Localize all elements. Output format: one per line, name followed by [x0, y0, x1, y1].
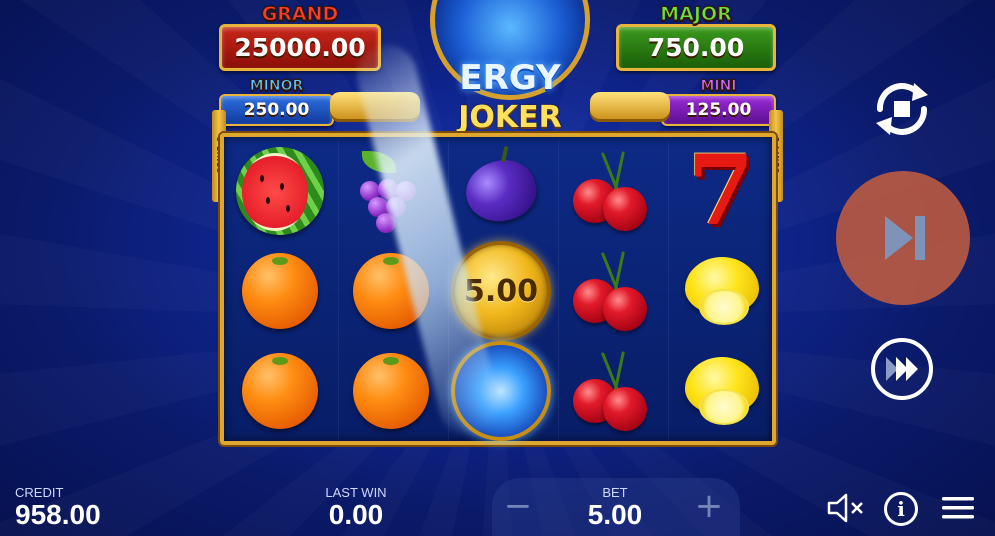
spin-button[interactable] — [836, 171, 970, 305]
cherries-icon — [569, 349, 653, 433]
autoplay-button[interactable] — [866, 79, 938, 139]
game-logo: ERGY JOKER — [330, 0, 670, 140]
reel-4 — [558, 141, 662, 441]
logo-text-joker: JOKER — [458, 100, 562, 135]
orange-icon — [242, 253, 318, 329]
bet-label: BET — [602, 485, 628, 500]
symbol-lemon — [669, 241, 773, 341]
reel-5: 7 — [668, 141, 772, 441]
jackpot-minor-value: 250.00 — [219, 94, 334, 126]
jackpot-major: MAJOR 750.00 — [616, 4, 776, 71]
symbol-plum — [449, 141, 553, 241]
symbol-cherries — [559, 141, 663, 241]
logo-coin-pile-left — [330, 92, 420, 122]
lemon-slice — [699, 389, 749, 425]
credit-value: 958.00 — [15, 499, 101, 530]
seven-icon: 7 — [687, 134, 755, 247]
jackpot-mini-label: MINI — [700, 78, 737, 95]
hamburger-menu-icon — [942, 497, 974, 519]
bonus-coin-icon: 5.00 — [451, 241, 551, 341]
orange-icon — [353, 353, 429, 429]
autoplay-icon — [876, 83, 928, 135]
bet-value: 5.00 — [587, 499, 643, 530]
cherry — [603, 387, 647, 431]
skip-next-icon — [885, 216, 925, 260]
info-button[interactable]: i — [884, 492, 918, 526]
energy-orb-icon — [451, 341, 551, 441]
cherry — [603, 287, 647, 331]
orange-icon — [242, 353, 318, 429]
jackpot-minor: MINOR 250.00 — [219, 78, 334, 126]
cherries-icon — [569, 149, 653, 233]
seed — [280, 183, 284, 190]
watermelon-icon — [236, 147, 324, 235]
jackpot-major-label: MAJOR — [660, 3, 732, 25]
bonus-coin-value: 5.00 — [463, 273, 539, 309]
symbol-orange — [339, 341, 443, 441]
symbol-orange — [228, 341, 332, 441]
jackpot-major-value: 750.00 — [616, 24, 776, 71]
menu-button[interactable] — [940, 494, 976, 522]
grapes-icon — [356, 151, 426, 233]
symbol-grapes — [339, 141, 443, 241]
bet-decrease-button[interactable]: − — [498, 489, 538, 525]
symbol-lemon — [669, 341, 773, 441]
lemon-slice — [699, 289, 749, 325]
lemon-icon — [679, 253, 763, 329]
bet-increase-button[interactable]: + — [689, 489, 729, 525]
jackpot-grand-label: GRAND — [261, 3, 339, 25]
logo-text-energy: ERGY — [459, 58, 561, 98]
jackpot-minor-label: MINOR — [249, 78, 304, 95]
cherry — [603, 187, 647, 231]
symbol-bonus-coin: 5.00 — [449, 241, 553, 341]
fast-forward-icon — [886, 357, 918, 381]
reel-1 — [228, 141, 332, 441]
cherries-icon — [569, 249, 653, 333]
jackpot-grand: GRAND 25000.00 — [219, 4, 381, 71]
last-win-display: LAST WIN 0.00 — [320, 485, 392, 530]
credit-label: CREDIT — [15, 485, 64, 500]
speaker-muted-icon — [827, 493, 863, 523]
watermelon-flesh — [242, 153, 308, 231]
symbol-energy-orb — [449, 341, 553, 441]
symbol-seven: 7 — [669, 141, 773, 241]
last-win-label: LAST WIN — [325, 485, 387, 500]
grape-leaf — [362, 151, 396, 173]
grape — [376, 213, 396, 233]
symbol-orange — [339, 241, 443, 341]
reels-grid: 5.00 7 — [220, 133, 776, 445]
info-icon: i — [897, 497, 905, 521]
jackpot-mini: MINI 125.00 — [661, 78, 776, 126]
last-win-value: 0.00 — [328, 499, 384, 530]
symbol-cherries — [559, 241, 663, 341]
symbol-watermelon — [228, 141, 332, 241]
sound-toggle-button[interactable] — [826, 492, 866, 524]
jackpot-mini-value: 125.00 — [661, 94, 776, 126]
symbol-cherries — [559, 341, 663, 441]
turbo-button[interactable] — [871, 338, 933, 400]
seed — [286, 205, 290, 212]
credit-display: CREDIT 958.00 — [15, 485, 101, 530]
grape — [378, 179, 398, 199]
orange-icon — [353, 253, 429, 329]
seed — [266, 197, 270, 204]
reel-3: 5.00 — [448, 141, 552, 441]
jackpot-grand-value: 25000.00 — [219, 24, 381, 71]
symbol-orange — [228, 241, 332, 341]
reel-2 — [338, 141, 442, 441]
lemon-icon — [679, 353, 763, 429]
plum-icon — [458, 151, 544, 231]
bet-display: BET 5.00 — [578, 485, 652, 530]
seed — [260, 175, 264, 182]
